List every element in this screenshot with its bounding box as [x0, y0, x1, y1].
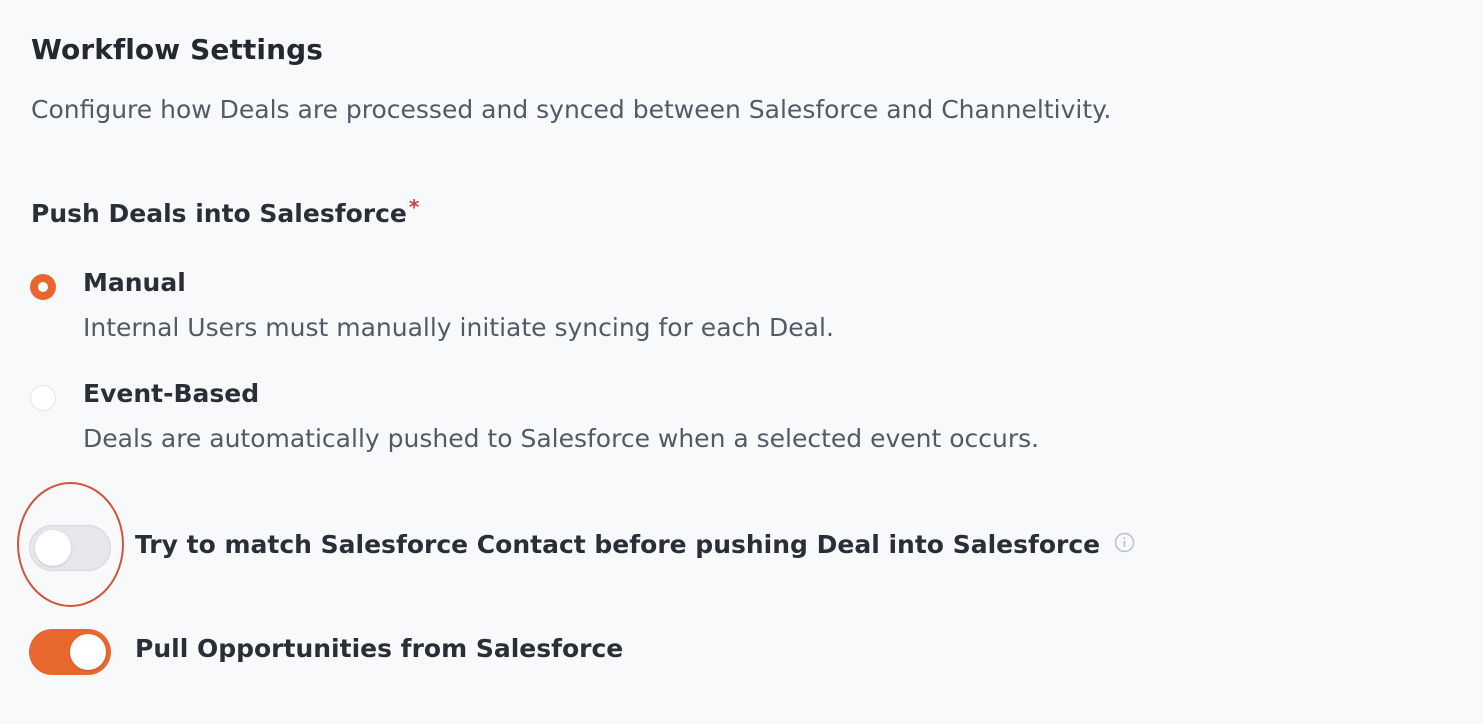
- radio-button-event-based[interactable]: [30, 385, 56, 411]
- workflow-settings-page: Workflow Settings Configure how Deals ar…: [0, 0, 1483, 724]
- pull-opportunities-toggle[interactable]: [29, 629, 111, 675]
- match-contact-toggle-label: Try to match Salesforce Contact before p…: [135, 530, 1135, 561]
- radio-button-manual[interactable]: [30, 274, 56, 300]
- radio-title-manual: Manual: [83, 268, 186, 297]
- match-contact-label-text: Try to match Salesforce Contact before p…: [135, 530, 1101, 559]
- match-contact-toggle[interactable]: [29, 525, 111, 571]
- info-icon[interactable]: [1114, 530, 1135, 559]
- toggle-row-pull-opportunities: Pull Opportunities from Salesforce: [29, 629, 1229, 675]
- radio-description-manual: Internal Users must manually initiate sy…: [83, 313, 834, 342]
- toggle-knob: [35, 530, 71, 566]
- radio-description-event-based: Deals are automatically pushed to Salesf…: [83, 424, 1040, 453]
- toggle-knob: [70, 634, 106, 670]
- radio-title-event-based: Event-Based: [83, 379, 260, 408]
- push-deals-label: Push Deals into Salesforce *: [31, 195, 419, 228]
- push-deals-label-text: Push Deals into Salesforce: [31, 199, 407, 228]
- required-asterisk: *: [408, 195, 420, 219]
- section-title: Workflow Settings: [31, 33, 324, 66]
- section-description: Configure how Deals are processed and sy…: [31, 95, 1112, 124]
- toggle-row-match-contact: Try to match Salesforce Contact before p…: [29, 525, 1229, 571]
- pull-opportunities-toggle-label: Pull Opportunities from Salesforce: [135, 634, 624, 663]
